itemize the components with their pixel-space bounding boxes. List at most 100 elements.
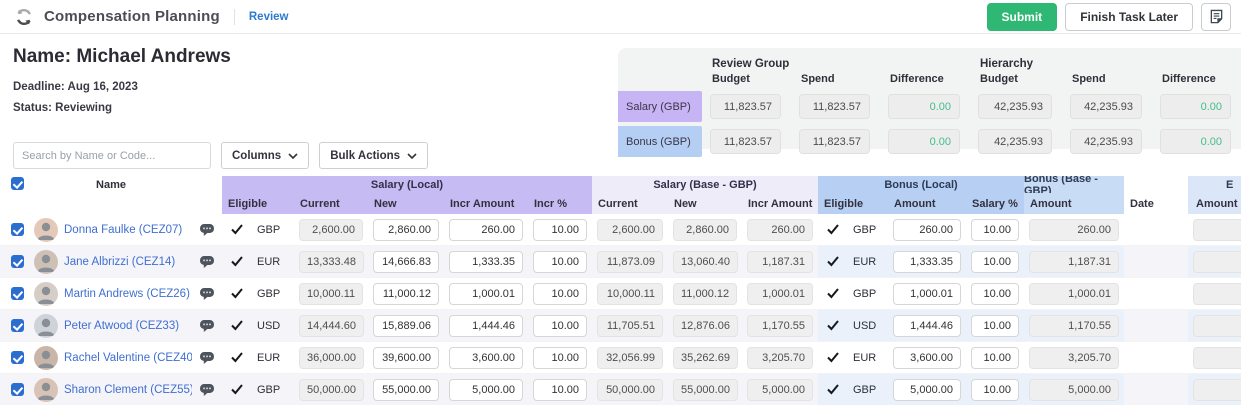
salary-incr-pct-input[interactable]: [533, 379, 587, 401]
bonus-salary-pct-input[interactable]: [971, 379, 1019, 401]
bonus-local-group-header: Bonus (Local): [818, 176, 1024, 193]
bonus-eligible-check-icon: [827, 352, 839, 363]
salary-new-input[interactable]: [373, 347, 439, 369]
bonus-eligible-check-icon: [827, 256, 839, 267]
row-checkbox[interactable]: [11, 319, 24, 332]
salary-current-readout: 50,000.00: [299, 379, 364, 401]
comment-button[interactable]: [199, 383, 215, 397]
bonus-amount-input[interactable]: [893, 251, 961, 273]
bonus-base-amount-readout: 3,205.70: [1029, 347, 1119, 369]
employee-name-link[interactable]: Sharon Clement (CEZ55): [64, 384, 192, 396]
salary-new-input[interactable]: [373, 251, 439, 273]
employee-name-link[interactable]: Donna Faulke (CEZ07): [64, 224, 182, 236]
comment-button[interactable]: [199, 255, 215, 269]
reviewee-name: Name: Michael Andrews: [13, 46, 231, 68]
bonus-salary-pct-input[interactable]: [971, 219, 1019, 241]
bonus-amount-input[interactable]: [893, 315, 961, 337]
table-group-header-row: Name Salary (Local) Salary (Base - GBP) …: [0, 176, 1241, 193]
salary-base-group-header: Salary (Base - GBP): [592, 176, 818, 193]
bonus-amount-input[interactable]: [893, 283, 961, 305]
salary-currency: USD: [257, 320, 280, 332]
salary-incr-amount-input[interactable]: [449, 251, 523, 273]
bonus-amount-input[interactable]: [893, 347, 961, 369]
employee-name-link[interactable]: Martin Andrews (CEZ26): [64, 288, 190, 300]
search-input[interactable]: [13, 142, 211, 169]
bonus-amount-input[interactable]: [893, 219, 961, 241]
cycle-arrows-logo-icon: [14, 7, 34, 27]
salary-new-input[interactable]: [373, 283, 439, 305]
bonus-currency: GBP: [853, 384, 876, 396]
salary-incr-amount-input[interactable]: [449, 379, 523, 401]
notes-button[interactable]: [1201, 3, 1231, 31]
salary-new-input[interactable]: [373, 219, 439, 241]
comment-bubble-icon: [199, 287, 215, 301]
comment-button[interactable]: [199, 287, 215, 301]
base-incr-amount-readout: 1,187.31: [747, 251, 813, 273]
salary-h-budget: 42,235.93: [978, 94, 1052, 119]
salary-incr-amount-input[interactable]: [449, 347, 523, 369]
bonus-salary-pct-input[interactable]: [971, 251, 1019, 273]
divider: [234, 9, 235, 25]
table-row: Peter Atwood (CEZ33) USD 14,444.60 11,70…: [0, 310, 1241, 342]
avatar: [34, 250, 58, 274]
bonus-currency: GBP: [853, 224, 876, 236]
bonus-amount-input[interactable]: [893, 379, 961, 401]
base-current-readout: 11,705.51: [597, 315, 663, 337]
employee-name-link[interactable]: Rachel Valentine (CEZ40): [64, 352, 192, 364]
table-row: Martin Andrews (CEZ26) GBP 10,000.11 10,…: [0, 278, 1241, 310]
finish-task-later-button[interactable]: Finish Task Later: [1065, 3, 1193, 31]
avatar: [34, 378, 58, 402]
comment-button[interactable]: [199, 223, 215, 237]
salary-incr-pct-input[interactable]: [533, 251, 587, 273]
select-all-checkbox[interactable]: [11, 177, 24, 190]
salary-new-input[interactable]: [373, 315, 439, 337]
salary-currency: EUR: [257, 352, 280, 364]
salary-incr-amount-header: Incr Amount: [444, 193, 528, 214]
bonus-salary-pct-input[interactable]: [971, 315, 1019, 337]
base-new-readout: 2,860.00: [673, 219, 737, 241]
base-new-readout: 12,876.06: [673, 315, 738, 337]
row-checkbox[interactable]: [11, 287, 24, 300]
salary-incr-amount-input[interactable]: [449, 219, 523, 241]
spend-col-header: Spend: [791, 73, 880, 85]
row-checkbox[interactable]: [11, 351, 24, 364]
comment-button[interactable]: [199, 319, 215, 333]
bulk-actions-dropdown-label: Bulk Actions: [330, 150, 400, 162]
budget-col-header: Budget: [702, 73, 791, 85]
avatar: [34, 218, 58, 242]
salary-currency: GBP: [257, 384, 280, 396]
comment-bubble-icon: [199, 223, 215, 237]
date-cell: [1124, 214, 1188, 245]
comment-button[interactable]: [199, 351, 215, 365]
date-header: Date: [1124, 193, 1188, 214]
bonus-h-budget: 42,235.93: [978, 129, 1052, 154]
salary-new-input[interactable]: [373, 379, 439, 401]
bonus-salary-pct-input[interactable]: [971, 283, 1019, 305]
row-checkbox[interactable]: [11, 255, 24, 268]
review-tab-link[interactable]: Review: [249, 11, 289, 23]
submit-button[interactable]: Submit: [987, 3, 1058, 31]
comment-bubble-icon: [199, 383, 215, 397]
bonus-currency: GBP: [853, 288, 876, 300]
bonus-salary-pct-input[interactable]: [971, 347, 1019, 369]
deadline-text: Deadline: Aug 16, 2023: [13, 81, 231, 93]
employee-name-link[interactable]: Jane Albrizzi (CEZ14): [64, 256, 175, 268]
salary-incr-pct-input[interactable]: [533, 283, 587, 305]
row-checkbox[interactable]: [11, 223, 24, 236]
base-new-readout: 35,262.69: [673, 347, 738, 369]
salary-incr-amount-input[interactable]: [449, 283, 523, 305]
compensation-planning-page: Compensation Planning Review Submit Fini…: [0, 0, 1241, 405]
employee-name-link[interactable]: Peter Atwood (CEZ33): [64, 320, 179, 332]
salary-incr-pct-input[interactable]: [533, 219, 587, 241]
bulk-actions-dropdown-button[interactable]: Bulk Actions: [319, 142, 428, 169]
bonus-salary-pct-header: Salary %: [966, 193, 1024, 214]
row-checkbox[interactable]: [11, 383, 24, 396]
base-new-readout: 11,000.12: [673, 283, 737, 305]
salary-h-difference: 0.00: [1160, 94, 1231, 119]
base-incr-amount-readout: 5,000.00: [747, 379, 813, 401]
salary-incr-amount-input[interactable]: [449, 315, 523, 337]
columns-dropdown-button[interactable]: Columns: [221, 142, 309, 169]
salary-incr-pct-input[interactable]: [533, 315, 587, 337]
salary-incr-pct-input[interactable]: [533, 347, 587, 369]
table-row: Jane Albrizzi (CEZ14) EUR 13,333.48 11,8…: [0, 246, 1241, 278]
